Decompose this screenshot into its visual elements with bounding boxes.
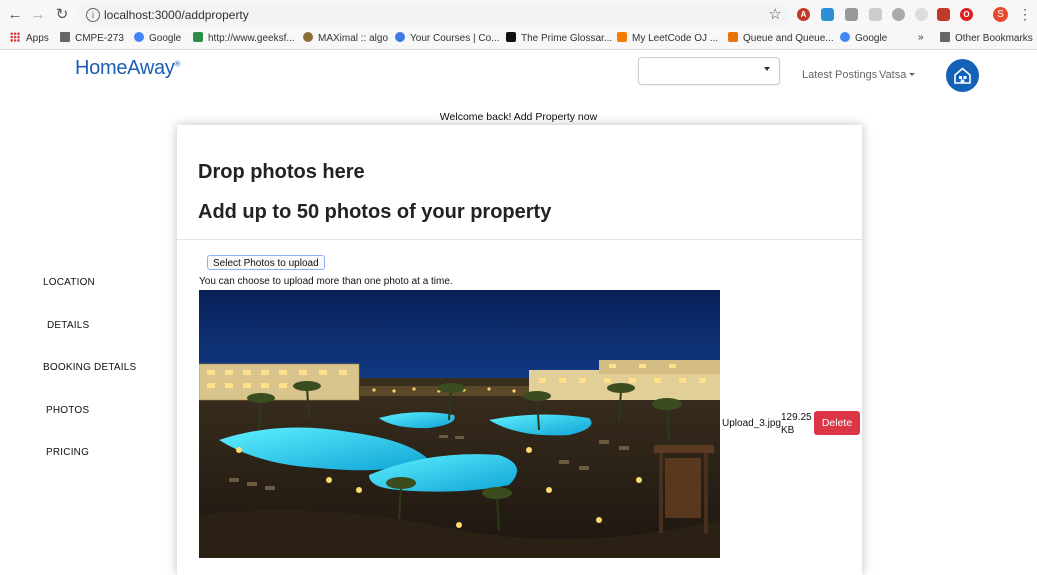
blogger-icon	[617, 32, 627, 42]
bookmark-google[interactable]: Google	[134, 32, 181, 44]
caret-down-icon	[909, 73, 916, 76]
folder-icon	[940, 32, 950, 42]
address-bar[interactable]: i localhost:3000/addproperty ☆	[78, 4, 790, 26]
file-name: Upload_3.jpg	[722, 418, 781, 429]
logo-text: HomeAway	[75, 57, 175, 79]
bookmark-star-icon[interactable]: ☆	[769, 5, 782, 23]
sidebar-item-booking-details[interactable]: BOOKING DETAILS	[43, 362, 136, 373]
profile-avatar[interactable]: S	[993, 7, 1008, 22]
chevron-down-icon	[764, 67, 770, 71]
sidebar-item-photos[interactable]: PHOTOS	[46, 405, 89, 416]
divider	[177, 239, 862, 240]
extension-icon[interactable]	[892, 8, 905, 21]
extension-icon[interactable]	[915, 8, 928, 21]
bookmark-google-2[interactable]: Google	[840, 32, 887, 44]
reload-icon[interactable]: ↻	[53, 6, 71, 24]
user-menu[interactable]: Vatsa	[879, 69, 916, 81]
google-icon	[840, 32, 850, 42]
bookmark-leetcode[interactable]: My LeetCode OJ ...	[617, 32, 718, 44]
photos-limit-heading: Add up to 50 photos of your property	[198, 201, 552, 223]
drop-photos-heading: Drop photos here	[198, 161, 365, 183]
photo-upload-card: Drop photos here Add up to 50 photos of …	[177, 125, 862, 575]
bookmark-prime-glossary[interactable]: The Prime Glossar...	[506, 32, 612, 44]
geeksforgeeks-icon	[193, 32, 203, 42]
opera-extension-icon[interactable]: O	[960, 8, 973, 21]
folder-icon	[60, 32, 70, 42]
url-text[interactable]: localhost:3000/addproperty	[104, 8, 249, 22]
upload-hint: You can choose to upload more than one p…	[199, 276, 453, 287]
bookmark-queue[interactable]: Queue and Queue...	[728, 32, 834, 44]
sidebar-item-details[interactable]: DETAILS	[47, 320, 89, 331]
extension-icon[interactable]	[869, 8, 882, 21]
prime-glossary-icon	[506, 32, 516, 42]
file-size-unit: KB	[781, 425, 795, 436]
apps-grid-icon	[10, 32, 20, 42]
bookmarks-bar: Apps CMPE-273 Google http://www.geeksf..…	[0, 30, 1037, 50]
bookmark-other[interactable]: Other Bookmarks	[940, 32, 1033, 44]
latest-postings-link[interactable]: Latest Postings	[802, 69, 877, 81]
delete-photo-button[interactable]: Delete	[814, 411, 860, 435]
queue-icon	[728, 32, 738, 42]
forward-arrow-icon[interactable]: →	[29, 6, 47, 24]
welcome-message: Welcome back! Add Property now	[439, 111, 598, 123]
bookmarks-overflow[interactable]: »	[918, 32, 924, 43]
sidebar-item-pricing[interactable]: PRICING	[46, 447, 89, 458]
file-size-value: 129.25	[781, 412, 812, 423]
bookmark-apps[interactable]: Apps	[10, 32, 49, 44]
property-select[interactable]	[638, 57, 780, 85]
file-size: 129.25 KB	[781, 411, 812, 437]
extension-icon[interactable]	[821, 8, 834, 21]
house-icon[interactable]	[946, 59, 979, 92]
uploaded-photo-preview	[199, 290, 720, 558]
select-photos-button[interactable]: Select Photos to upload	[207, 255, 325, 270]
browser-menu-icon[interactable]: ⋮	[1018, 6, 1032, 23]
sidebar-item-location[interactable]: LOCATION	[43, 277, 95, 288]
adblock-extension-icon[interactable]: A	[797, 8, 810, 21]
homeaway-logo[interactable]: HomeAway®	[75, 57, 180, 80]
bookmark-cmpe273[interactable]: CMPE-273	[60, 32, 124, 44]
back-arrow-icon[interactable]: ←	[6, 6, 24, 24]
extension-icon[interactable]	[845, 8, 858, 21]
bookmark-courses[interactable]: Your Courses | Co...	[395, 32, 500, 44]
courses-icon	[395, 32, 405, 42]
user-name: Vatsa	[879, 69, 907, 81]
extension-icon[interactable]	[937, 8, 950, 21]
info-icon[interactable]: i	[86, 8, 100, 22]
bookmark-maximal[interactable]: MAXimal :: algo	[303, 32, 388, 44]
google-icon	[134, 32, 144, 42]
maximal-icon	[303, 32, 313, 42]
bookmark-geeks[interactable]: http://www.geeksf...	[193, 32, 295, 44]
logo-mark: ®	[174, 59, 181, 69]
browser-toolbar: ← → ↻ i localhost:3000/addproperty ☆ A O…	[0, 0, 1037, 30]
